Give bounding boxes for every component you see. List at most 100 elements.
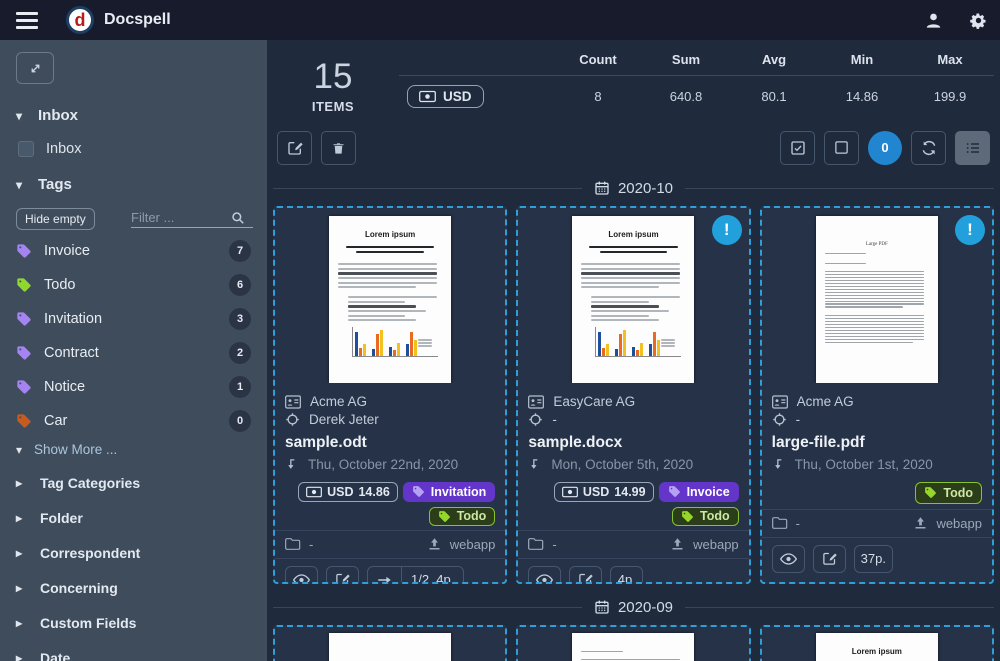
tag-icon [412,485,425,498]
page-count-label: 37p. [854,545,893,573]
upload-source-icon [427,537,442,552]
preview-button[interactable] [528,566,561,584]
tag-label: Todo [44,277,217,293]
edit-icon [287,140,303,156]
item-card[interactable]: ! Large PDF [760,206,994,584]
item-folder: - [552,537,556,552]
tag-badge-label: Todo [457,509,487,523]
preview-button[interactable] [772,545,805,573]
docspell-logo[interactable]: d [66,6,94,34]
expand-sidebar-button[interactable] [16,52,54,84]
correspondent-icon [772,395,788,409]
item-source: webapp [450,537,496,552]
attachment-pager[interactable]: 1/2, 4p. [367,566,464,584]
sidebar-tag-invoice[interactable]: Invoice 7 [14,234,253,268]
sidebar-item-custom-fields[interactable]: ▸ Custom Fields [14,605,253,640]
list-view-button[interactable] [955,131,990,165]
edit-item-button[interactable] [569,566,602,584]
deselect-all-button[interactable] [824,131,859,165]
item-thumbnail[interactable]: Lorem ipsum [275,208,505,383]
settings-gears-icon[interactable] [969,11,988,30]
item-date-icon [528,457,542,472]
select-all-button[interactable] [780,131,815,165]
item-filename[interactable]: sample.odt [285,434,495,452]
tag-icon [668,485,681,498]
tag-badge-todo[interactable]: Todo [429,507,496,526]
tag-filter-input[interactable] [131,210,231,225]
sidebar-tag-car[interactable]: Car 0 [14,404,253,438]
selection-count-badge[interactable]: 0 [868,131,902,165]
folder-icon [528,537,544,551]
tag-label: Invitation [44,311,217,327]
edit-selected-button[interactable] [277,131,312,165]
next-attachment-button[interactable] [368,567,401,584]
item-date: Mon, October 5th, 2020 [551,457,693,472]
sidebar-item-folder[interactable]: ▸ Folder [14,500,253,535]
tag-icon [16,379,32,395]
sidebar-tag-notice[interactable]: Notice 1 [14,370,253,404]
tree-item-label: Concerning [40,580,118,596]
sidebar-item-date[interactable]: ▸ Date [14,640,253,661]
list-icon [965,140,981,156]
tag-count-badge: 7 [229,240,251,262]
stats-col-sum: Sum [642,52,730,67]
sidebar-section-tags[interactable]: ▾ Tags [14,167,253,202]
sidebar-item-concerning[interactable]: ▸ Concerning [14,570,253,605]
item-list-area: 15 ITEMS Count Sum Avg Min Max USD [267,40,1000,661]
exclamation-icon: ! [967,220,973,240]
sidebar-tag-todo[interactable]: Todo 6 [14,268,253,302]
item-filename[interactable]: large-file.pdf [772,434,982,452]
hide-empty-button[interactable]: Hide empty [16,208,95,230]
item-date-icon [772,457,786,472]
tree-item-label: Correspondent [40,545,140,561]
item-thumbnail[interactable]: Lorem ipsum [762,627,992,661]
item-thumbnail[interactable] [518,627,748,661]
item-card[interactable]: ! Lorem ipsum [516,206,750,584]
item-card[interactable]: Lorem ipsum [760,625,994,661]
calendar-icon [594,599,610,615]
tag-count-badge: 2 [229,342,251,364]
sidebar-item-tag-categories[interactable]: ▸ Tag Categories [14,465,253,500]
item-card[interactable]: Lorem ipsum [273,206,507,584]
item-card[interactable]: Keywords in PDF [273,625,507,661]
tree-item-label: Custom Fields [40,615,136,631]
show-more-tags[interactable]: ▾ Show More ... [14,438,253,465]
tag-badge-invoice[interactable]: Invoice [659,482,739,502]
tag-badge-todo[interactable]: Todo [915,482,982,504]
tag-count-badge: 1 [229,376,251,398]
date-group-header: 2020-10 [273,180,994,197]
menu-icon[interactable] [16,12,38,29]
stats-val-count: 8 [554,89,642,104]
tag-count-badge: 0 [229,410,251,432]
user-icon[interactable] [924,11,943,30]
inbox-checkbox-row[interactable]: Inbox [14,133,253,167]
thumb-bar-chart [595,327,681,357]
inbox-checkbox[interactable] [18,141,34,157]
sidebar-tag-invitation[interactable]: Invitation 3 [14,302,253,336]
edit-item-button[interactable] [813,545,846,573]
tag-badge-invitation[interactable]: Invitation [403,482,496,502]
date-group-label: 2020-09 [618,599,673,616]
item-thumbnail[interactable]: Keywords in PDF [275,627,505,661]
search-icon [231,211,245,225]
item-date-icon [285,457,299,472]
sidebar-tag-contract[interactable]: Contract 2 [14,336,253,370]
item-card[interactable] [516,625,750,661]
folder-icon [772,516,788,530]
preview-button[interactable] [285,566,318,584]
refresh-button[interactable] [911,131,946,165]
delete-selected-button[interactable] [321,131,356,165]
top-navbar: d Docspell [0,0,1000,40]
sidebar-section-inbox[interactable]: ▾ Inbox [14,98,253,133]
inbox-checkbox-label: Inbox [46,141,81,157]
item-filename[interactable]: sample.docx [528,434,738,452]
tag-icon [16,311,32,327]
sidebar-item-correspondent[interactable]: ▸ Correspondent [14,535,253,570]
edit-item-button[interactable] [326,566,359,584]
tag-badge-todo[interactable]: Todo [672,507,739,526]
tag-count-badge: 3 [229,308,251,330]
page-count-label: 4p. [610,566,643,584]
stats-col-avg: Avg [730,52,818,67]
stats-val-max: 199.9 [906,89,994,104]
money-bill-icon [419,90,436,103]
